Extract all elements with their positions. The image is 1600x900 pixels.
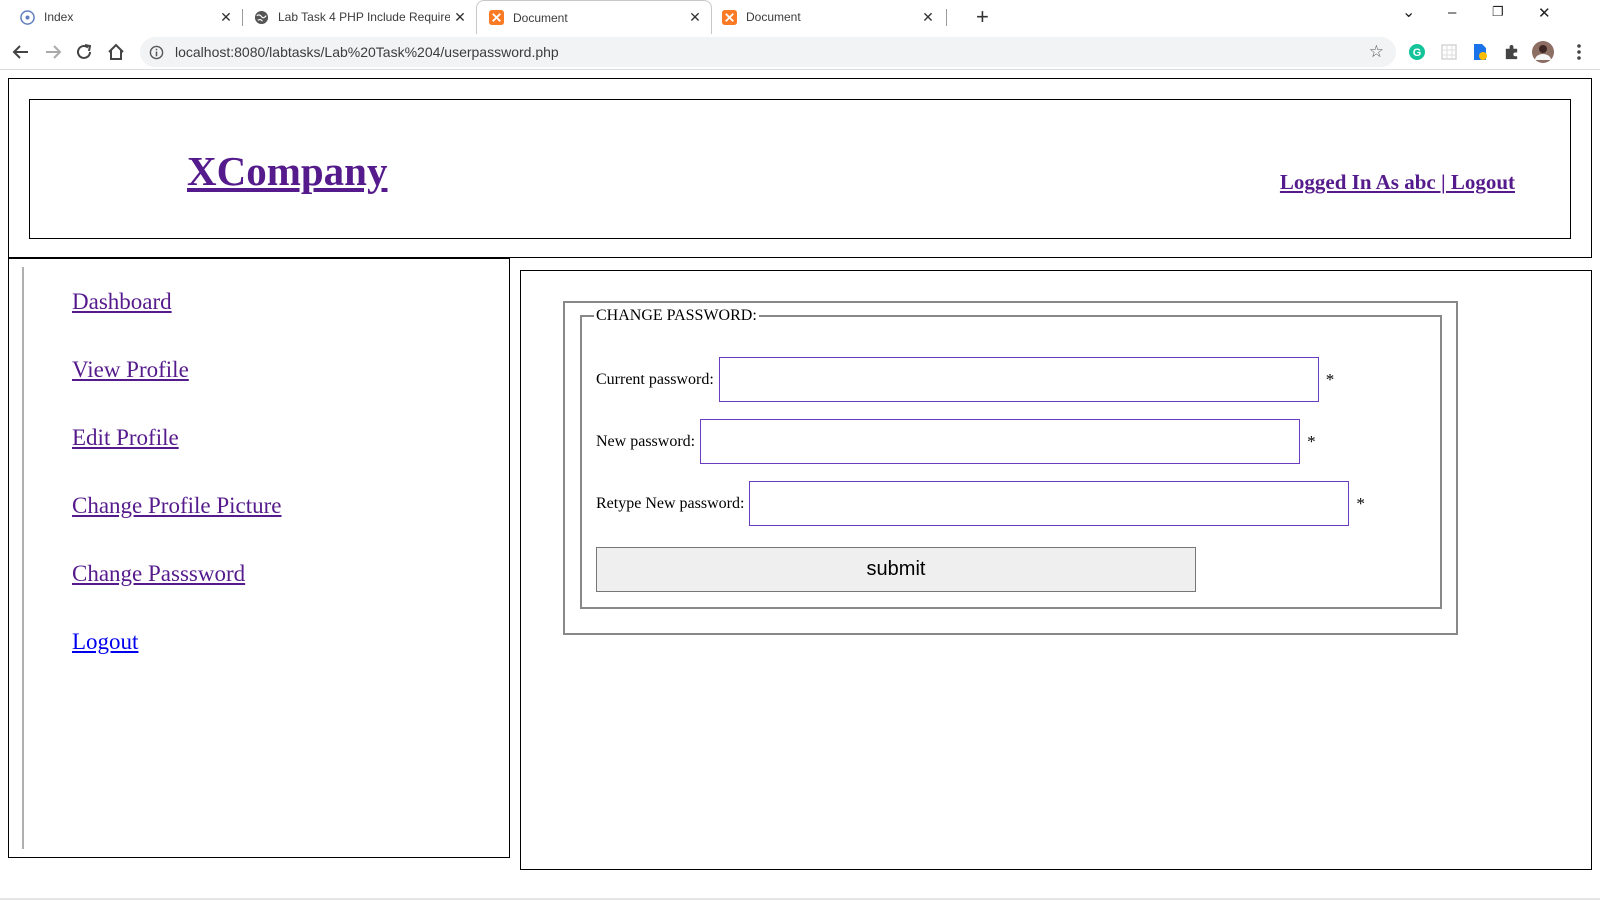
sidebar-item-view-profile: View Profile (72, 357, 189, 383)
retype-password-input[interactable] (749, 481, 1350, 526)
browser-tab-lab-task[interactable]: Lab Task 4 PHP Include Require w ✕ (244, 0, 476, 34)
browser-tab-document-active[interactable]: Document ✕ (476, 0, 712, 34)
tab-divider (242, 9, 243, 26)
sidebar: Dashboard View Profile Edit Profile Chan… (8, 258, 510, 858)
required-mark: * (1325, 369, 1335, 389)
tab-title: Index (44, 10, 74, 24)
document-extension-icon[interactable] (1469, 41, 1491, 63)
xampp-icon (489, 10, 504, 25)
tab-search-chevron-icon[interactable]: ⌄ (1402, 2, 1415, 22)
forward-arrow-icon[interactable] (41, 40, 65, 64)
close-window-icon[interactable]: ✕ (1538, 4, 1551, 22)
sidebar-item-change-profile-picture: Change Profile Picture (72, 493, 282, 519)
compass-icon (20, 9, 35, 25)
globe-icon (254, 10, 269, 25)
change-profile-picture-link[interactable]: Change Profile Picture (72, 493, 282, 518)
submit-button[interactable]: submit (596, 547, 1196, 592)
company-logo-link[interactable]: XCompany (187, 147, 387, 195)
new-tab-button[interactable]: + (976, 5, 989, 29)
site-info-icon[interactable] (149, 45, 164, 65)
retype-password-label: Retype New password: (596, 494, 745, 512)
new-password-label: New password: (596, 432, 696, 450)
page-viewport: XCompany Logged In As abc | Logout Dashb… (0, 70, 1600, 900)
reload-icon[interactable] (72, 40, 96, 64)
required-mark: * (1356, 493, 1365, 513)
edit-profile-link[interactable]: Edit Profile (72, 425, 179, 450)
change-password-fieldset: CHANGE PASSWORD: Current password: * New… (580, 307, 1442, 609)
close-tab-icon[interactable]: ✕ (685, 9, 705, 26)
browser-tab-bar: Index ✕ Lab Task 4 PHP Include Require w… (0, 0, 1600, 34)
browser-tab-index[interactable]: Index ✕ (0, 0, 242, 34)
sidebar-item-logout: Logout (72, 629, 138, 655)
url-text[interactable]: localhost:8080/labtasks/Lab%20Task%204/u… (175, 44, 559, 60)
retype-password-row: Retype New password: * (596, 481, 1365, 526)
minimize-window-icon[interactable]: – (1448, 4, 1456, 21)
new-password-row: New password: * (596, 419, 1316, 464)
fieldset-legend: CHANGE PASSWORD: (596, 307, 757, 324)
tab-title: Document (746, 10, 801, 24)
close-tab-icon[interactable]: ✕ (216, 9, 236, 26)
svg-text:G: G (1413, 47, 1422, 59)
browser-menu-icon[interactable] (1568, 41, 1590, 63)
logged-in-logout-link[interactable]: Logged In As abc | Logout (1280, 170, 1515, 195)
required-mark: * (1307, 431, 1316, 451)
bookmark-star-icon[interactable]: ☆ (1369, 42, 1384, 62)
tab-divider (946, 9, 947, 26)
main-content: CHANGE PASSWORD: Current password: * New… (520, 270, 1592, 870)
view-profile-link[interactable]: View Profile (72, 357, 189, 382)
extension-grid-icon[interactable] (1438, 41, 1460, 63)
close-tab-icon[interactable]: ✕ (918, 9, 938, 26)
sidebar-menu: Dashboard View Profile Edit Profile Chan… (22, 267, 502, 849)
dashboard-link[interactable]: Dashboard (72, 289, 172, 314)
new-password-input[interactable] (700, 419, 1301, 464)
tab-title: Document (513, 10, 568, 25)
restore-window-icon[interactable]: ❐ (1492, 4, 1504, 20)
logout-link[interactable]: Logout (72, 629, 138, 654)
page-header: XCompany Logged In As abc | Logout (8, 78, 1592, 258)
sidebar-item-edit-profile: Edit Profile (72, 425, 179, 451)
current-password-row: Current password: * (596, 357, 1334, 402)
back-arrow-icon[interactable] (9, 40, 33, 64)
change-password-link[interactable]: Change Passsword (72, 561, 245, 586)
sidebar-item-change-password: Change Passsword (72, 561, 245, 587)
home-icon[interactable] (104, 40, 128, 64)
xampp-icon (722, 9, 737, 25)
header-inner-box: XCompany Logged In As abc | Logout (29, 99, 1571, 239)
change-password-form: CHANGE PASSWORD: Current password: * New… (563, 301, 1458, 635)
tab-title: Lab Task 4 PHP Include Require w (278, 10, 450, 24)
grammarly-extension-icon[interactable]: G (1406, 41, 1428, 63)
extensions-puzzle-icon[interactable] (1500, 41, 1522, 63)
profile-avatar[interactable] (1532, 41, 1554, 63)
address-bar[interactable]: localhost:8080/labtasks/Lab%20Task%204/u… (140, 37, 1396, 67)
current-password-input[interactable] (718, 357, 1319, 402)
browser-tab-document[interactable]: Document ✕ (712, 0, 944, 34)
close-tab-icon[interactable]: ✕ (450, 9, 470, 26)
browser-toolbar: localhost:8080/labtasks/Lab%20Task%204/u… (0, 34, 1600, 70)
current-password-label: Current password: (596, 370, 714, 388)
sidebar-item-dashboard: Dashboard (72, 289, 172, 315)
